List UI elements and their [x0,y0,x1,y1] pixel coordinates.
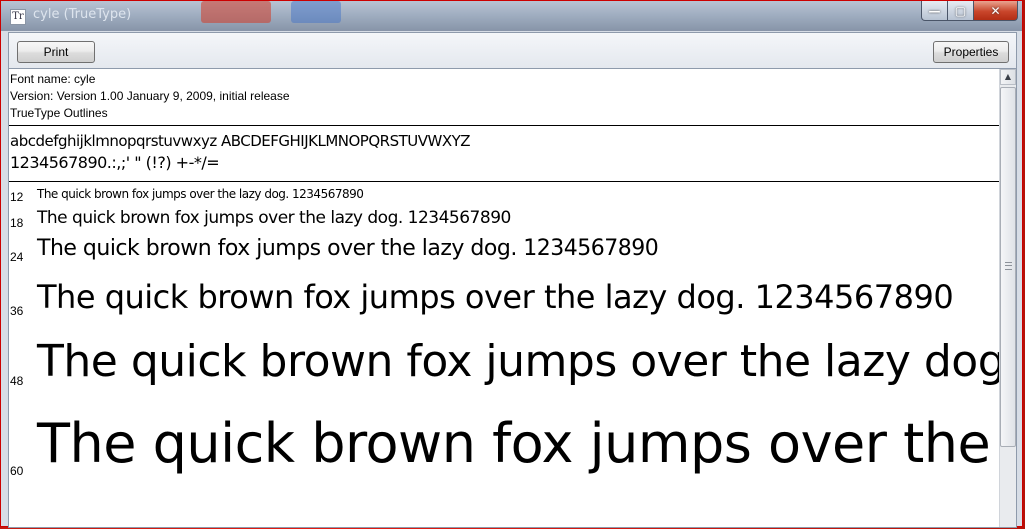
minimize-icon: — [928,3,941,18]
close-icon: ✕ [990,3,1001,18]
scrollbar-thumb[interactable] [1000,87,1016,447]
sample-size-label: 36 [10,304,24,318]
sample-text: The quick brown fox jumps over the lazy … [37,412,1001,475]
font-viewer-window: Tr cyle (TrueType) — ▢ ✕ Print Propertie… [0,0,1023,528]
charset-letters: abcdefghijklmnopqrstuvwxyz ABCDEFGHIJKLM… [10,132,471,150]
font-outline-line: TrueType Outlines [10,106,108,120]
title-bar[interactable]: Tr cyle (TrueType) — ▢ ✕ [1,1,1022,31]
font-file-icon: Tr [10,9,26,25]
maximize-button[interactable]: ▢ [948,1,974,21]
sample-size-label: 48 [10,374,24,388]
print-button[interactable]: Print [17,41,95,63]
vertical-scrollbar[interactable]: ▲ [999,69,1016,527]
divider [9,181,1001,182]
sample-row-48: 48 The quick brown fox jumps over the la… [9,334,1001,410]
minimize-button[interactable]: — [921,1,948,21]
sample-size-label: 60 [10,464,24,478]
window-controls: — ▢ ✕ [921,1,1018,23]
sample-row-12: 12 The quick brown fox jumps over the la… [9,187,1001,207]
sample-size-label: 12 [10,190,24,204]
sample-text: The quick brown fox jumps over the lazy … [37,187,364,201]
window-title: cyle (TrueType) [33,7,132,22]
sample-row-18: 18 The quick brown fox jumps over the la… [9,208,1001,234]
glass-reflection [201,1,271,23]
sample-text: The quick brown fox jumps over the lazy … [37,278,954,316]
scroll-up-icon[interactable]: ▲ [1000,69,1016,85]
sample-size-label: 24 [10,250,24,264]
grip-icon [1005,262,1012,270]
font-version-line: Version: Version 1.00 January 9, 2009, i… [10,89,290,103]
sample-text: The quick brown fox jumps over the lazy … [37,236,659,261]
divider [9,125,1001,126]
sample-row-36: 36 The quick brown fox jumps over the la… [9,274,1001,332]
sample-text: The quick brown fox jumps over the lazy … [37,336,1001,387]
properties-button[interactable]: Properties [933,41,1009,63]
charset-numbers-symbols: 1234567890.:,;' " (!?) +-*/= [10,153,220,172]
maximize-icon: ▢ [954,3,967,18]
glass-reflection [291,1,341,23]
sample-text: The quick brown fox jumps over the lazy … [37,208,511,228]
font-name-line: Font name: cyle [10,72,96,86]
sample-row-60: 60 The quick brown fox jumps over the la… [9,412,1001,512]
font-info: Font name: cyle Version: Version 1.00 Ja… [10,71,290,122]
close-button[interactable]: ✕ [974,1,1018,21]
sample-row-24: 24 The quick brown fox jumps over the la… [9,235,1001,271]
font-preview-pane[interactable]: Font name: cyle Version: Version 1.00 Ja… [8,68,1017,528]
toolbar: Print Properties [8,32,1017,68]
sample-size-label: 18 [10,216,24,230]
